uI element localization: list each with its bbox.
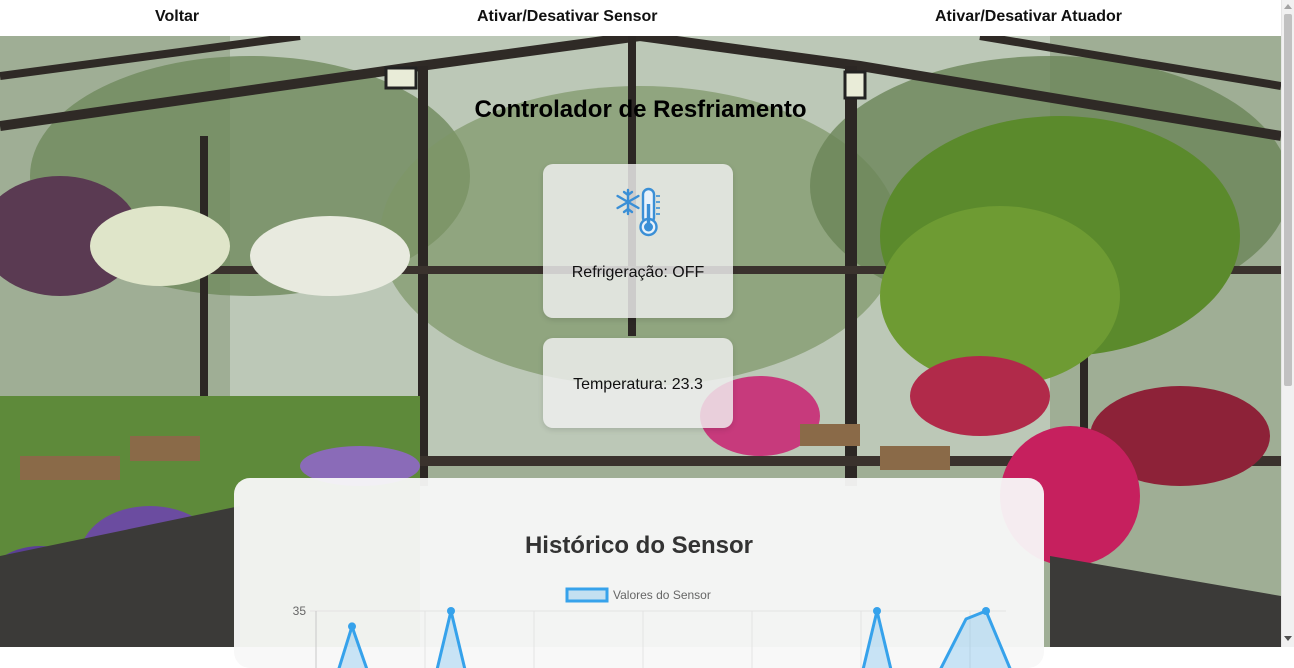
data-point xyxy=(348,622,356,631)
sensor-history-panel: Histórico do Sensor Valores do Sensor 35 xyxy=(234,478,1044,668)
toggle-actuator-link[interactable]: Ativar/Desativar Atuador xyxy=(935,8,1122,26)
top-navbar: Voltar Ativar/Desativar Sensor Ativar/De… xyxy=(0,0,1281,36)
scrollbar-thumb[interactable] xyxy=(1284,14,1292,386)
snowflake-thermometer-icon xyxy=(616,187,660,237)
scroll-down-icon[interactable] xyxy=(1284,636,1292,641)
scroll-up-icon[interactable] xyxy=(1284,4,1292,9)
y-tick-label: 35 xyxy=(293,604,307,618)
back-link[interactable]: Voltar xyxy=(155,8,199,26)
data-point xyxy=(447,607,455,615)
refrigeration-status-text: Refrigeração: OFF xyxy=(571,264,705,281)
series-area xyxy=(941,611,1010,668)
refrigeration-status-card: Refrigeração: OFF xyxy=(543,164,733,318)
legend-label: Valores do Sensor xyxy=(613,588,711,602)
sensor-history-chart: Valores do Sensor 35 xyxy=(293,587,1012,668)
data-point xyxy=(982,607,990,615)
temperature-text: Temperatura: 23.3 xyxy=(573,375,703,393)
data-point xyxy=(873,607,881,615)
legend-swatch xyxy=(565,587,609,603)
temperature-card: Temperatura: 23.3 xyxy=(543,338,733,428)
page-title: Controlador de Resfriamento xyxy=(474,96,807,123)
vertical-scrollbar[interactable] xyxy=(1281,0,1294,647)
toggle-sensor-link[interactable]: Ativar/Desativar Sensor xyxy=(477,8,658,26)
